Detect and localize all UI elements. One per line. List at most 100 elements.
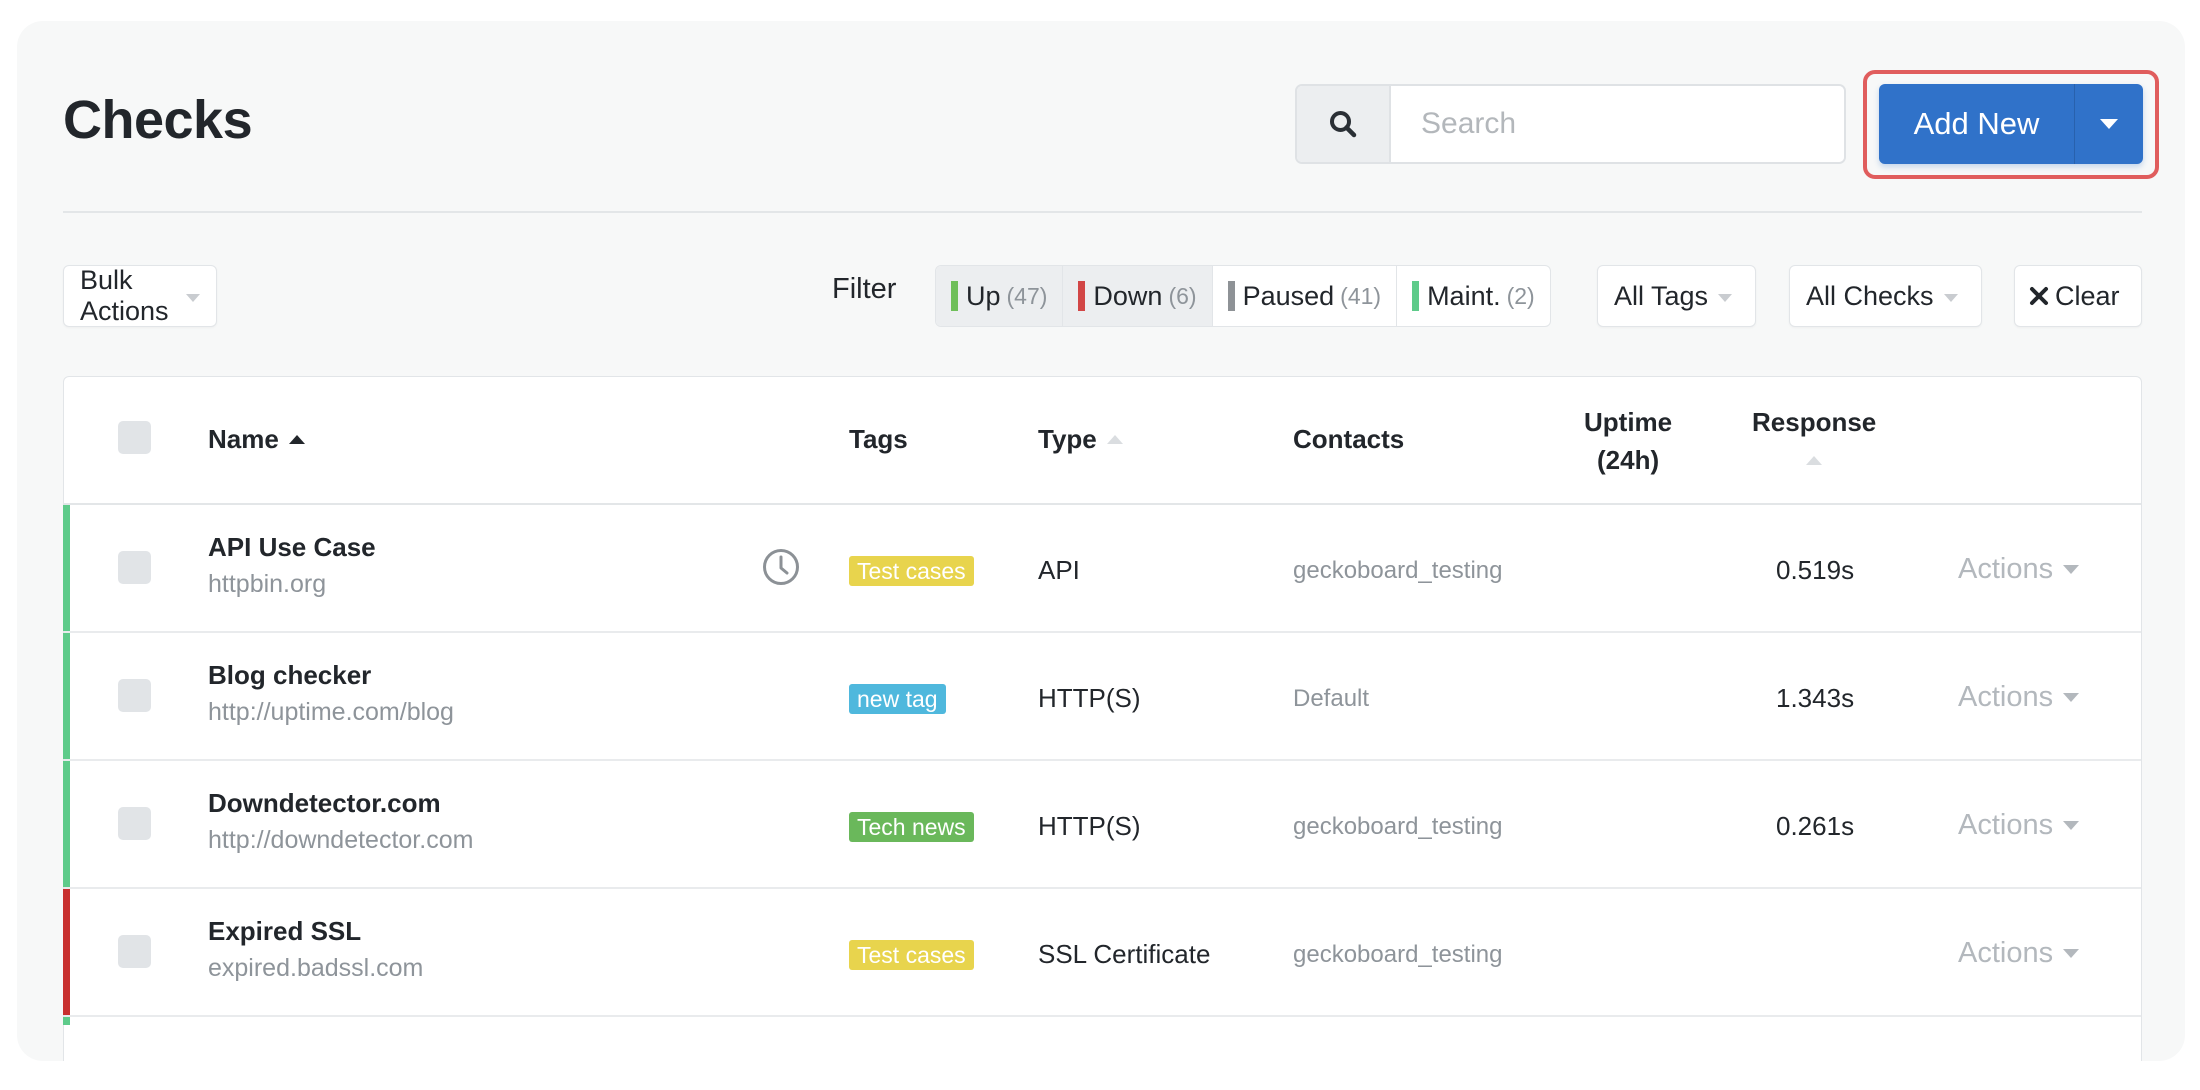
row-checkbox[interactable] — [118, 551, 151, 584]
actions-label: Actions — [1958, 681, 2054, 713]
filter-label-down: Down — [1093, 280, 1163, 311]
table-row[interactable]: API Use Case httpbin.org Test cases API … — [62, 505, 2141, 633]
tags-dropdown[interactable]: All Tags — [1597, 265, 1756, 327]
row-checkbox[interactable] — [118, 807, 151, 840]
close-icon — [2030, 287, 2048, 305]
check-type: HTTP(S) — [1038, 811, 1141, 841]
clock-icon — [763, 549, 799, 585]
status-indicator-down — [62, 889, 70, 1015]
select-all-checkbox[interactable] — [118, 421, 151, 454]
search-icon — [1330, 111, 1357, 138]
add-new-split-button: Add New — [1879, 84, 2143, 164]
check-contacts: geckoboard_testing — [1293, 813, 1503, 840]
status-color-bar — [951, 281, 958, 311]
tag-badge[interactable]: new tag — [849, 684, 946, 714]
row-checkbox[interactable] — [118, 935, 151, 968]
bulk-actions-dropdown[interactable]: Bulk Actions — [63, 265, 217, 327]
actions-dropdown[interactable]: Actions — [1958, 681, 2080, 714]
status-color-bar — [1227, 281, 1235, 311]
column-header-uptime[interactable]: Uptime (24h) — [1584, 403, 1672, 479]
actions-label: Actions — [1958, 809, 2054, 841]
check-url: httpbin.org — [208, 570, 327, 598]
column-header-contacts: Contacts — [1293, 424, 1405, 454]
filter-up[interactable]: Up (47) — [936, 266, 1064, 326]
column-uptime-label: Uptime — [1584, 407, 1673, 437]
caret-down-icon — [1943, 294, 1958, 302]
actions-label: Actions — [1958, 553, 2054, 585]
column-name-label: Name — [208, 424, 279, 454]
caret-down-icon — [2063, 821, 2080, 830]
tag-badge[interactable]: Tech news — [849, 812, 974, 842]
actions-label: Actions — [1958, 937, 2054, 969]
check-type: API — [1038, 555, 1080, 585]
check-name[interactable]: API Use Case — [208, 532, 376, 563]
caret-down-icon — [2063, 565, 2080, 574]
caret-down-icon — [1718, 294, 1733, 302]
sort-ascending-icon — [288, 434, 305, 444]
table-row-partial — [62, 1017, 2141, 1061]
caret-down-icon — [2100, 119, 2118, 129]
check-contacts: geckoboard_testing — [1293, 557, 1503, 584]
add-new-button[interactable]: Add New — [1879, 84, 2075, 164]
page-title: Checks — [63, 90, 253, 150]
filter-label-up: Up — [966, 280, 1001, 311]
check-name[interactable]: Downdetector.com — [208, 788, 441, 819]
sort-icon — [1106, 434, 1123, 444]
check-name[interactable]: Expired SSL — [208, 916, 361, 947]
column-header-response[interactable]: Response — [1752, 403, 1876, 479]
caret-down-icon — [2063, 693, 2080, 702]
table-row[interactable]: Expired SSL expired.badssl.com Test case… — [62, 889, 2141, 1017]
column-response-label: Response — [1752, 407, 1877, 437]
status-filter-group: Up (47) Down (6) Paused (41) Maint. (2) — [935, 265, 1551, 327]
check-type: HTTP(S) — [1038, 683, 1141, 713]
actions-dropdown[interactable]: Actions — [1958, 809, 2080, 842]
checks-dropdown[interactable]: All Checks — [1789, 265, 1982, 327]
filter-down[interactable]: Down (6) — [1063, 266, 1213, 326]
check-url: http://uptime.com/blog — [208, 698, 454, 726]
table-header: Name Tags Type Contacts Uptime (24h) Res… — [64, 377, 2141, 505]
status-color-bar — [1412, 281, 1420, 311]
filter-count-up: (47) — [1006, 282, 1048, 309]
check-contacts: geckoboard_testing — [1293, 941, 1503, 968]
column-header-name[interactable]: Name — [208, 424, 305, 455]
column-type-label: Type — [1038, 424, 1097, 454]
filter-label: Filter — [832, 273, 897, 305]
actions-dropdown[interactable]: Actions — [1958, 937, 2080, 970]
status-indicator-up — [62, 505, 70, 631]
status-color-bar — [1078, 281, 1086, 311]
filter-count-maintenance: (2) — [1506, 282, 1535, 309]
column-header-type[interactable]: Type — [1038, 424, 1123, 455]
checks-panel: Checks Add New Bulk Actions Filter Up (4… — [17, 21, 2185, 1061]
check-contacts: Default — [1293, 685, 1370, 712]
filter-maintenance[interactable]: Maint. (2) — [1397, 266, 1550, 326]
caret-down-icon — [186, 294, 200, 302]
check-url: expired.badssl.com — [208, 954, 424, 982]
search-input[interactable] — [1391, 86, 1844, 162]
checks-table: Name Tags Type Contacts Uptime (24h) Res… — [62, 376, 2142, 1061]
actions-dropdown[interactable]: Actions — [1958, 553, 2080, 586]
caret-down-icon — [2063, 949, 2080, 958]
column-uptime-period: (24h) — [1597, 445, 1660, 475]
status-indicator-up — [62, 1017, 70, 1025]
filter-paused[interactable]: Paused (41) — [1213, 266, 1398, 326]
tag-badge[interactable]: Test cases — [849, 556, 974, 586]
table-row[interactable]: Blog checker http://uptime.com/blog new … — [62, 633, 2141, 761]
filter-count-down: (6) — [1168, 282, 1197, 309]
check-type: SSL Certificate — [1038, 939, 1211, 969]
status-indicator-up — [62, 761, 70, 887]
column-header-tags: Tags — [849, 424, 908, 454]
table-row[interactable]: Downdetector.com http://downdetector.com… — [62, 761, 2141, 889]
add-new-dropdown-toggle[interactable] — [2075, 84, 2143, 164]
search-group — [1295, 84, 1846, 164]
filter-label-maintenance: Maint. — [1427, 280, 1501, 311]
search-icon-box[interactable] — [1297, 86, 1391, 162]
header-divider — [63, 211, 2142, 213]
check-name[interactable]: Blog checker — [208, 660, 371, 691]
clear-filters-button[interactable]: Clear — [2014, 265, 2142, 327]
check-response-time: 1.343s — [1776, 683, 1855, 713]
tags-dropdown-label: All Tags — [1614, 280, 1709, 311]
clear-label: Clear — [2055, 280, 2120, 311]
tag-badge[interactable]: Test cases — [849, 940, 974, 970]
row-checkbox[interactable] — [118, 679, 151, 712]
filter-label-paused: Paused — [1242, 280, 1335, 311]
